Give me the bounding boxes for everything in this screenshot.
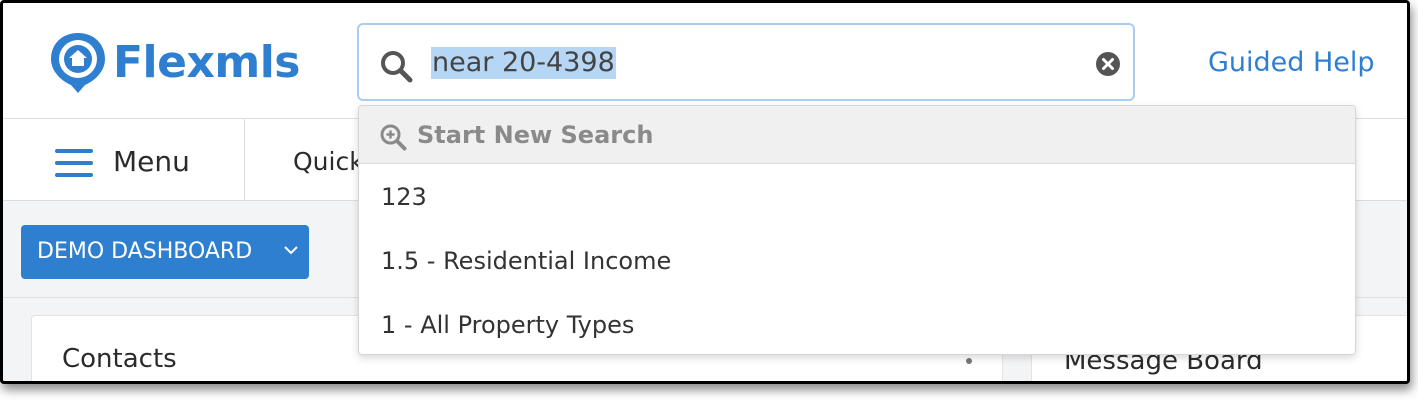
app-window: Flexmls near 20-4398 Guided Help Menu Qu…	[0, 0, 1410, 384]
start-new-search-label: Start New Search	[417, 121, 654, 149]
suggestion-item[interactable]: 123	[359, 166, 1355, 230]
demo-dashboard-label: DEMO DASHBOARD	[37, 239, 253, 264]
hamburger-icon	[55, 149, 93, 177]
top-header: Flexmls near 20-4398 Guided Help	[3, 3, 1407, 119]
search-suggestions-dropdown: Start New Search 123 1.5 - Residential I…	[358, 105, 1356, 355]
contacts-title: Contacts	[62, 344, 177, 374]
zoom-in-icon	[380, 124, 407, 151]
chevron-down-icon	[284, 246, 298, 255]
search-icon	[381, 51, 413, 83]
menu-button[interactable]: Menu	[3, 119, 245, 201]
menu-label: Menu	[113, 145, 190, 178]
quick-nav-item[interactable]: Quick	[293, 147, 364, 176]
start-new-search-option[interactable]: Start New Search	[359, 106, 1355, 164]
suggestion-item[interactable]: 1 - All Property Types	[359, 294, 1355, 354]
card-options-icon[interactable]	[966, 358, 972, 364]
search-input-value[interactable]: near 20-4398	[431, 47, 616, 79]
home-pin-icon	[51, 33, 105, 93]
demo-dashboard-button[interactable]: DEMO DASHBOARD	[21, 225, 309, 279]
flexmls-logo[interactable]: Flexmls	[47, 29, 300, 95]
suggestion-label: 1 - All Property Types	[381, 311, 635, 339]
suggestion-label: 1.5 - Residential Income	[381, 247, 672, 275]
search-input[interactable]: near 20-4398	[357, 23, 1135, 101]
guided-help-link[interactable]: Guided Help	[1208, 47, 1375, 78]
suggestion-label: 123	[381, 183, 427, 211]
suggestion-item[interactable]: 1.5 - Residential Income	[359, 230, 1355, 294]
clear-search-icon[interactable]	[1095, 51, 1121, 77]
logo-text: Flexmls	[113, 36, 300, 88]
